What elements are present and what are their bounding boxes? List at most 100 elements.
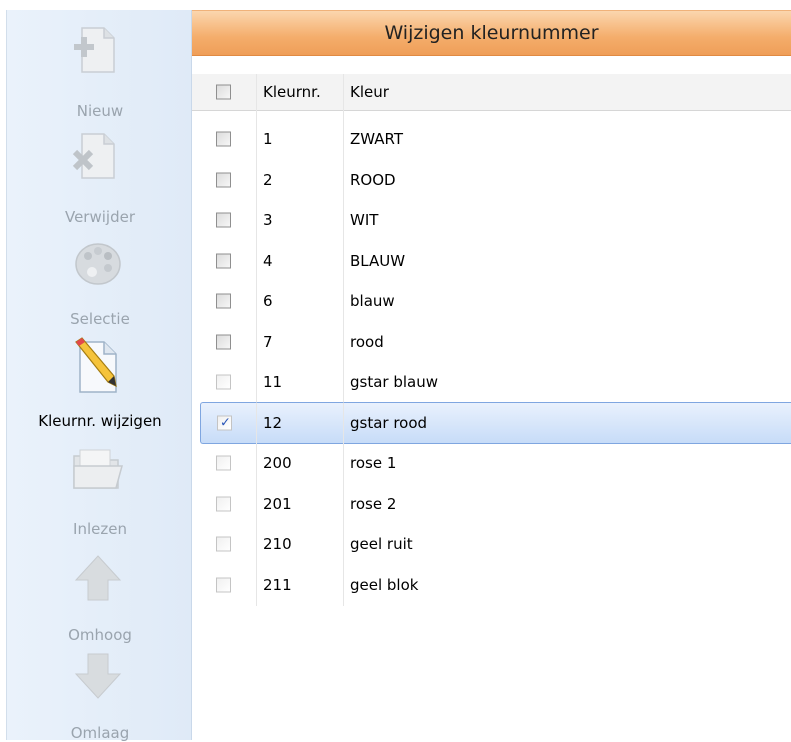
row-checkbox[interactable] (216, 212, 231, 228)
row-nr-cell: 4 (256, 239, 343, 282)
delete-document-icon (70, 130, 126, 184)
table-row[interactable]: ✓ 12 gstar rood (192, 401, 791, 444)
row-nr-cell: 211 (256, 563, 343, 606)
table-row[interactable]: 210 geel ruit (192, 523, 791, 565)
row-checkbox[interactable] (216, 172, 231, 187)
row-checkbox[interactable] (216, 496, 231, 511)
row-checkbox[interactable] (216, 374, 231, 390)
table-row[interactable]: 211 geel blok (192, 563, 791, 606)
color-name: ROOD (350, 170, 396, 189)
table-row[interactable]: 4 BLAUW (192, 239, 791, 282)
row-kleur-cell: geel ruit (343, 523, 791, 565)
row-check-cell (200, 321, 256, 363)
sidebar-toolbar: Nieuw Verwijder Selectie Kleurnr. wijzig… (6, 10, 193, 742)
row-kleur-cell: rose 2 (343, 482, 791, 525)
color-number: 3 (263, 211, 273, 229)
color-number: 4 (263, 251, 273, 270)
color-name: WIT (350, 211, 379, 229)
color-name: geel ruit (350, 535, 413, 553)
table-header: Kleurnr. Kleur (192, 74, 791, 111)
select-all-checkbox[interactable] (216, 84, 231, 100)
move-down-button[interactable]: Omlaag (7, 650, 193, 742)
color-name: rose 1 (350, 454, 397, 472)
arrow-down-icon (70, 650, 126, 704)
check-mark-icon: ✓ (220, 415, 231, 430)
row-checkbox[interactable] (216, 536, 231, 552)
color-number: 2 (263, 170, 273, 189)
table-row[interactable]: 200 rose 1 (192, 442, 791, 484)
row-kleur-cell: WIT (343, 199, 791, 241)
app-window: Nieuw Verwijder Selectie Kleurnr. wijzig… (0, 0, 791, 742)
table-row[interactable]: 11 gstar blauw (192, 361, 791, 403)
row-nr-cell: 11 (256, 361, 343, 403)
row-check-cell (200, 442, 256, 484)
row-kleur-cell: BLAUW (343, 239, 791, 282)
row-nr-cell: 6 (256, 280, 343, 322)
row-check-cell (200, 159, 256, 201)
table-row[interactable]: 2 ROOD (192, 158, 791, 201)
table-row[interactable]: 1 ZWART (192, 118, 791, 160)
row-checkbox[interactable] (216, 455, 231, 471)
color-name: blauw (350, 292, 395, 310)
palette-icon (70, 238, 126, 292)
move-up-button[interactable]: Omhoog (7, 550, 193, 650)
color-name: geel blok (350, 575, 419, 594)
color-name: ZWART (350, 130, 404, 148)
column-header-kleur[interactable]: Kleur (343, 74, 791, 110)
color-number: 7 (263, 332, 273, 351)
pencil-edit-icon (70, 336, 126, 393)
color-table: Kleurnr. Kleur 1 ZWART 2 ROOD 3 WIT 4 BLAUW 6 bla… (192, 56, 791, 740)
row-nr-cell: 2 (256, 158, 343, 201)
color-name: rood (350, 332, 384, 351)
color-name: rose 2 (350, 494, 397, 513)
row-kleur-cell: rose 1 (343, 442, 791, 484)
table-row[interactable]: 7 rood (192, 320, 791, 363)
color-name: gstar blauw (350, 373, 439, 391)
row-check-cell (200, 361, 256, 403)
row-check-cell (200, 280, 256, 322)
row-checkbox[interactable]: ✓ (217, 415, 232, 430)
row-kleur-cell: rood (343, 320, 791, 363)
row-check-cell (200, 483, 256, 525)
new-button[interactable]: Nieuw (7, 24, 193, 124)
row-nr-cell: 12 (256, 401, 343, 444)
row-nr-cell: 3 (256, 199, 343, 241)
row-nr-cell: 200 (256, 442, 343, 484)
row-nr-cell: 7 (256, 320, 343, 363)
row-checkbox[interactable] (216, 334, 231, 349)
delete-button[interactable]: Verwijder (7, 130, 193, 230)
row-kleur-cell: ROOD (343, 158, 791, 201)
row-check-cell (200, 118, 256, 160)
row-check-cell: ✓ (200, 401, 256, 444)
color-number: 1 (263, 130, 273, 148)
column-header-nr[interactable]: Kleurnr. (256, 74, 343, 110)
row-checkbox[interactable] (216, 577, 231, 592)
table-row[interactable]: 6 blauw (192, 280, 791, 322)
select-all-cell (200, 74, 256, 110)
row-kleur-cell: gstar blauw (343, 361, 791, 403)
new-document-icon (70, 24, 126, 78)
selection-button[interactable]: Selectie (7, 238, 193, 333)
table-row[interactable]: 3 WIT (192, 199, 791, 241)
new-label: Nieuw (76, 102, 124, 120)
delete-label: Verwijder (64, 208, 135, 226)
row-checkbox[interactable] (216, 293, 231, 309)
move-up-label: Omhoog (68, 626, 132, 644)
color-name: gstar rood (350, 413, 428, 432)
row-nr-cell: 210 (256, 523, 343, 565)
folder-open-icon (70, 442, 126, 496)
import-button[interactable]: Inlezen (7, 442, 193, 542)
color-number: 200 (263, 454, 292, 472)
color-name: BLAUW (350, 251, 406, 270)
edit-color-number-button[interactable]: Kleurnr. wijzigen (7, 336, 193, 430)
color-number: 210 (263, 535, 292, 553)
row-check-cell (200, 240, 256, 282)
row-checkbox[interactable] (216, 253, 231, 268)
table-row[interactable]: 201 rose 2 (192, 482, 791, 525)
row-nr-cell: 1 (256, 118, 343, 160)
arrow-up-icon (70, 550, 126, 604)
row-nr-cell: 201 (256, 482, 343, 525)
row-checkbox[interactable] (216, 131, 231, 147)
color-number: 211 (263, 575, 292, 594)
color-number: 11 (263, 373, 283, 391)
